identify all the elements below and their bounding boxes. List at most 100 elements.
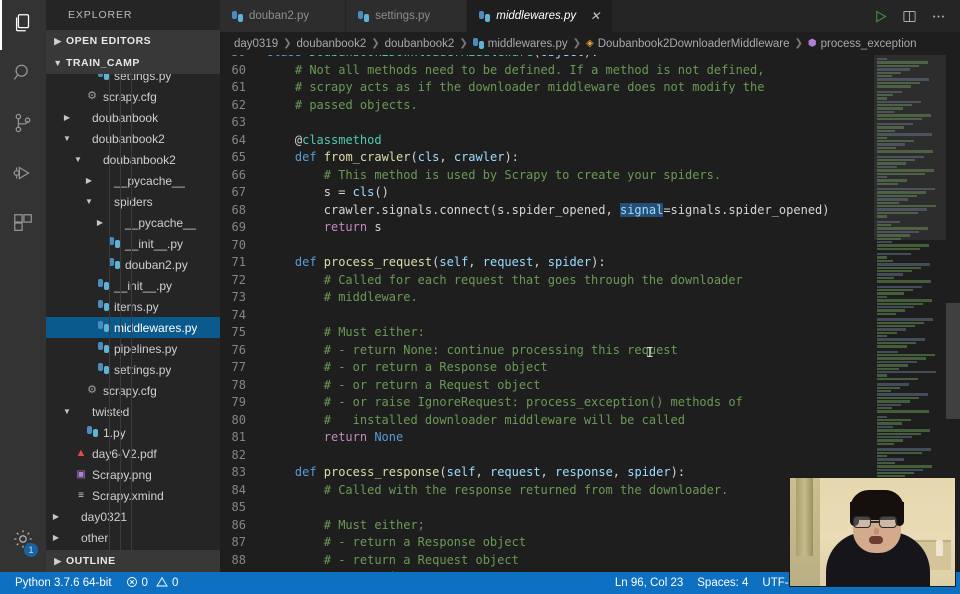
code-line[interactable]: 76 # - return None: continue processing t… bbox=[220, 342, 960, 360]
tree-item-middlewares-py[interactable]: ▶middlewares.py bbox=[46, 317, 220, 338]
tree-item-day6-v2-pdf[interactable]: ▶▲day6-V2.pdf bbox=[46, 443, 220, 464]
webcam-overlay[interactable] bbox=[789, 477, 956, 587]
section-train-camp[interactable]: ▼ TRAIN_CAMP bbox=[46, 52, 220, 74]
scrollbar-thumb[interactable] bbox=[946, 303, 960, 419]
chevron-right-icon: ▶ bbox=[54, 555, 62, 566]
code-line[interactable]: 60 # Not all methods need to be defined. … bbox=[220, 62, 960, 80]
tree-item-twisted[interactable]: ▼ twisted bbox=[46, 401, 220, 422]
tree-item--pycache-[interactable]: ▶ __pycache__ bbox=[46, 212, 220, 233]
line-number: 67 bbox=[231, 185, 246, 199]
tree-item-items-py[interactable]: ▶items.py bbox=[46, 296, 220, 317]
breadcrumb[interactable]: day0319 ❯ doubanbook2 ❯ doubanbook2 ❯ middlewa… bbox=[220, 32, 960, 55]
tab-douban2-py[interactable]: douban2.py✕ bbox=[220, 0, 347, 32]
tree-item-doubanbook2[interactable]: ▼ doubanbook2 bbox=[46, 128, 220, 149]
tree-item-scrapy-png[interactable]: ▶▣Scrapy.png bbox=[46, 464, 220, 485]
breadcrumb-item-doubanbook2downloadermiddleware[interactable]: ◈ Doubanbook2DownloaderMiddleware bbox=[586, 38, 790, 50]
breadcrumb-item-doubanbook2[interactable]: doubanbook2 bbox=[297, 38, 367, 50]
code-line[interactable]: 80 # installed downloader middleware will… bbox=[220, 412, 960, 430]
line-number: 70 bbox=[231, 237, 246, 252]
split-editor-button[interactable] bbox=[902, 9, 917, 24]
tree-item-day0321[interactable]: ▶ day0321 bbox=[46, 506, 220, 527]
tree-item-scrapy-cfg[interactable]: ▶⚙scrapy.cfg bbox=[46, 380, 220, 401]
tree-item-settings-py[interactable]: ▶settings.py bbox=[46, 74, 220, 86]
code-line[interactable]: 79 # - or raise IgnoreRequest: process_ex… bbox=[220, 394, 960, 412]
activity-item-run-debug[interactable] bbox=[0, 150, 46, 200]
code-line[interactable]: 71 def process_request(self, request, spi… bbox=[220, 254, 960, 272]
tree-item-doubanbook[interactable]: ▶ doubanbook bbox=[46, 107, 220, 128]
minimap-line bbox=[877, 280, 931, 283]
tree-item-scrapy-xmind[interactable]: ▶≡Scrapy.xmind bbox=[46, 485, 220, 506]
warning-count: 0 bbox=[171, 577, 179, 589]
minimap-line bbox=[877, 273, 903, 276]
code-line[interactable]: 61 # scrapy acts as if the downloader mid… bbox=[220, 79, 960, 97]
code-line[interactable]: 64 @classmethod bbox=[220, 132, 960, 150]
minimap-line bbox=[877, 292, 904, 295]
activity-item-explorer[interactable] bbox=[0, 0, 46, 50]
cursor-position-status[interactable]: Ln 96, Col 23 bbox=[608, 572, 690, 594]
line-content: def process_response(self, request, resp… bbox=[294, 465, 686, 479]
minimap-line bbox=[877, 328, 906, 331]
minimap-line bbox=[877, 386, 900, 389]
file-tree[interactable]: ▶settings.py▶⚙scrapy.cfg▶doubanbook▼doub… bbox=[46, 74, 220, 550]
breadcrumb-separator: ❯ bbox=[794, 38, 803, 49]
code-line[interactable]: 74 bbox=[220, 307, 960, 325]
activity-item-extensions[interactable] bbox=[0, 200, 46, 250]
code-line[interactable]: 65 def from_crawler(cls, crawler): bbox=[220, 149, 960, 167]
line-number: 72 bbox=[231, 272, 246, 287]
python-interpreter-status[interactable]: Python 3.7.6 64-bit bbox=[8, 572, 119, 594]
tree-item-douban2-py[interactable]: ▶douban2.py bbox=[46, 254, 220, 275]
code-line[interactable]: 62 # passed objects. bbox=[220, 97, 960, 115]
code-line[interactable]: 68 crawler.signals.connect(s.spider_opene… bbox=[220, 202, 960, 220]
code-line[interactable]: 70 bbox=[220, 237, 960, 255]
minimap-slider[interactable] bbox=[874, 55, 946, 240]
tree-item--init-py[interactable]: ▶__init__.py bbox=[46, 233, 220, 254]
activity-item-search[interactable] bbox=[0, 50, 46, 100]
minimap-line bbox=[877, 468, 923, 471]
tree-item-spiders[interactable]: ▼ spiders bbox=[46, 191, 220, 212]
minimap-line bbox=[877, 276, 894, 280]
line-content bbox=[266, 114, 295, 132]
line-number: 73 bbox=[231, 290, 246, 304]
tree-item-pipelines-py[interactable]: ▶pipelines.py bbox=[46, 338, 220, 359]
close-icon[interactable]: ✕ bbox=[590, 9, 600, 23]
indentation-status[interactable]: Spaces: 4 bbox=[690, 572, 755, 594]
tree-indent-guide bbox=[109, 74, 110, 550]
code-line[interactable]: 66 # This method is used by Scrapy to cre… bbox=[220, 167, 960, 185]
minimap-line bbox=[877, 309, 905, 312]
code-line[interactable]: 63 bbox=[220, 114, 960, 132]
tree-item-1-py[interactable]: ▶1.py bbox=[46, 422, 220, 443]
breadcrumb-item-doubanbook2[interactable]: doubanbook2 bbox=[385, 38, 455, 50]
code-line[interactable]: 72 # Called for each request that goes th… bbox=[220, 272, 960, 290]
image-icon: ▣ bbox=[76, 469, 86, 480]
tree-item-other[interactable]: ▶ other bbox=[46, 527, 220, 548]
section-open-editors[interactable]: ▶ OPEN EDITORS bbox=[46, 30, 220, 52]
tab-middlewares-py[interactable]: middlewares.py ✕ bbox=[467, 0, 614, 32]
run-python-file-button[interactable] bbox=[873, 9, 888, 24]
problems-status[interactable]: 0 0 bbox=[119, 572, 186, 594]
line-content: crawler.signals.connect(s.spider_opened,… bbox=[323, 202, 830, 217]
minimap-line bbox=[877, 429, 930, 432]
tab-settings-py[interactable]: settings.py✕ bbox=[346, 0, 468, 32]
tree-item--pycache-[interactable]: ▶ __pycache__ bbox=[46, 170, 220, 191]
activity-item-source-control[interactable] bbox=[0, 100, 46, 150]
breadcrumb-item-day0319[interactable]: day0319 bbox=[234, 38, 278, 50]
tree-item-scrapy-cfg[interactable]: ▶⚙scrapy.cfg bbox=[46, 86, 220, 107]
code-line[interactable]: 82 bbox=[220, 447, 960, 465]
code-line[interactable]: 67 s = cls() bbox=[220, 184, 960, 202]
webcam-person-mouth bbox=[869, 536, 883, 544]
code-line[interactable]: 75 # Must either: bbox=[220, 324, 960, 342]
code-line[interactable]: 73 # middleware. bbox=[220, 289, 960, 307]
breadcrumb-item-process-exception[interactable]: ⬢ process_exception bbox=[808, 38, 917, 50]
code-line[interactable]: 69 return s bbox=[220, 219, 960, 237]
section-outline[interactable]: ▶ OUTLINE bbox=[46, 550, 220, 572]
more-actions-button[interactable] bbox=[931, 9, 946, 24]
activity-item-manage[interactable]: 1 bbox=[0, 516, 46, 566]
code-line[interactable]: 78 # - or return a Request object bbox=[220, 377, 960, 395]
code-line[interactable]: 77 # - or return a Response object bbox=[220, 359, 960, 377]
breadcrumb-item-middlewares-py[interactable]: middlewares.py bbox=[472, 38, 568, 50]
tree-item-settings-py[interactable]: ▶settings.py bbox=[46, 359, 220, 380]
tree-item-label: __pycache__ bbox=[114, 173, 186, 188]
tree-item-doubanbook2[interactable]: ▼ doubanbook2 bbox=[46, 149, 220, 170]
tree-item--init-py[interactable]: ▶__init__.py bbox=[46, 275, 220, 296]
code-line[interactable]: 81 return None bbox=[220, 429, 960, 447]
